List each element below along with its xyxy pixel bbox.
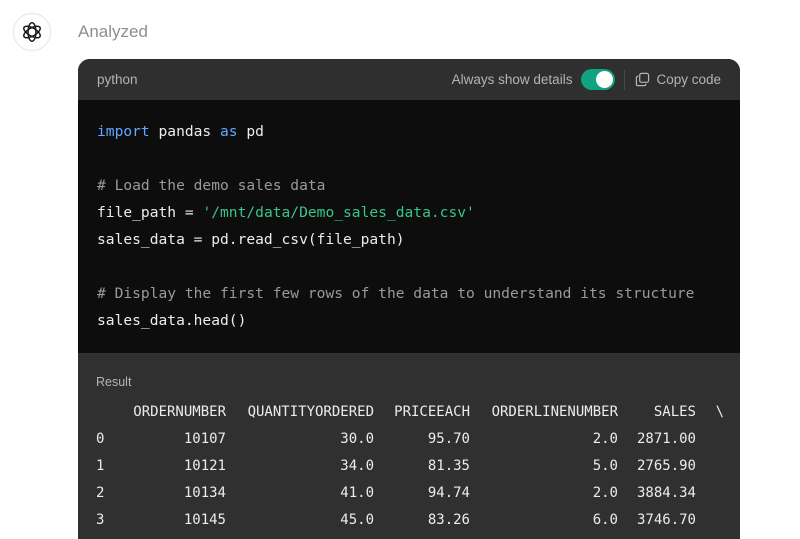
table-cell: 6.0 [592, 512, 618, 528]
table-cell: \ [715, 404, 724, 420]
code-line: file_path = '/mnt/data/Demo_sales_data.c… [97, 199, 740, 226]
always-show-details-toggle[interactable] [581, 69, 616, 90]
code-line: # Load the demo sales data [97, 172, 740, 199]
table-cell: 2.0 [592, 485, 618, 501]
copy-icon [636, 72, 650, 87]
table-cell: 41.0 [340, 485, 374, 501]
code-token: pd [237, 123, 264, 140]
code-language-label: python [97, 72, 138, 87]
table-row: 0 10107 30.0 95.70 2.0 2871.00 [96, 426, 740, 453]
table-cell: 0 [96, 431, 105, 447]
openai-logo-icon [23, 22, 41, 42]
code-token: '/mnt/data/Demo_sales_data.csv' [202, 204, 475, 221]
code-line: import pandas as pd [97, 118, 740, 145]
table-cell: 94.74 [427, 485, 470, 501]
result-label: Result [96, 375, 132, 389]
code-area: import pandas as pd # Load the demo sales… [78, 100, 740, 353]
table-cell: 3884.34 [636, 485, 696, 501]
copy-code-button[interactable]: Copy code [635, 72, 721, 87]
code-line: sales_data.head() [97, 307, 740, 334]
table-cell [696, 507, 724, 534]
table-row: 2 10134 41.0 94.74 2.0 3884.34 [96, 480, 740, 507]
table-cell: 2 [96, 485, 105, 501]
table-cell: 10145 [183, 512, 226, 528]
code-block-header: python Always show details Copy code [78, 59, 740, 100]
table-cell: 5.0 [592, 458, 618, 474]
table-cell: 10107 [183, 431, 226, 447]
table-row: 3 10145 45.0 83.26 6.0 3746.70 [96, 507, 740, 534]
assistant-avatar [13, 13, 51, 51]
header-divider [624, 69, 626, 90]
table-cell: 30.0 [340, 431, 374, 447]
code-token: import [97, 123, 150, 140]
table-cell: ORDERNUMBER [133, 404, 226, 420]
table-cell: SALES [653, 404, 696, 420]
toggle-knob [596, 71, 614, 88]
table-cell: ORDERLINENUMBER [491, 404, 618, 420]
code-token: pandas [149, 123, 221, 140]
table-cell: 10121 [183, 458, 226, 474]
table-cell: 2871.00 [636, 431, 696, 447]
result-section: Result ORDERNUMBER QUANTITYORDERED PRICEEA… [78, 353, 740, 539]
code-token: as [220, 123, 238, 140]
table-cell: 2765.90 [636, 458, 696, 474]
code-token: file_path = [97, 204, 203, 221]
table-cell: 2.0 [592, 431, 618, 447]
table-cell: 95.70 [427, 431, 470, 447]
table-cell [696, 453, 724, 480]
table-cell [696, 426, 724, 453]
table-cell [696, 480, 724, 507]
table-cell: PRICEEACH [394, 404, 470, 420]
table-cell: 10134 [183, 485, 226, 501]
result-table: ORDERNUMBER QUANTITYORDERED PRICEEACH ORDER… [96, 399, 740, 534]
table-row: 1 10121 34.0 81.35 5.0 2765.90 [96, 453, 740, 480]
code-token: sales_data = pd.read_csv(file_path) [97, 231, 405, 248]
code-interpreter-panel: python Always show details Copy code imp… [78, 59, 740, 539]
table-cell: 34.0 [340, 458, 374, 474]
table-cell: 1 [96, 458, 105, 474]
code-token: sales_data.head() [97, 312, 247, 329]
table-cell: 83.26 [427, 512, 470, 528]
copy-code-label: Copy code [656, 72, 721, 87]
header-controls: Always show details Copy code [452, 69, 721, 90]
code-token: # Display the first few rows of the data… [97, 285, 695, 302]
table-cell: 3746.70 [636, 512, 696, 528]
code-line: sales_data = pd.read_csv(file_path) [97, 226, 740, 253]
table-cell: 45.0 [340, 512, 374, 528]
table-cell: QUANTITYORDERED [247, 404, 374, 420]
code-line: # Display the first few rows of the data… [97, 280, 740, 307]
table-header-row: ORDERNUMBER QUANTITYORDERED PRICEEACH ORDER… [96, 399, 740, 426]
table-cell: 81.35 [427, 458, 470, 474]
code-token: # Load the demo sales data [97, 177, 326, 194]
always-show-details-label: Always show details [451, 72, 573, 87]
table-cell: 3 [96, 512, 105, 528]
table-cell [96, 399, 112, 426]
analysis-status: Analyzed [78, 22, 148, 41]
